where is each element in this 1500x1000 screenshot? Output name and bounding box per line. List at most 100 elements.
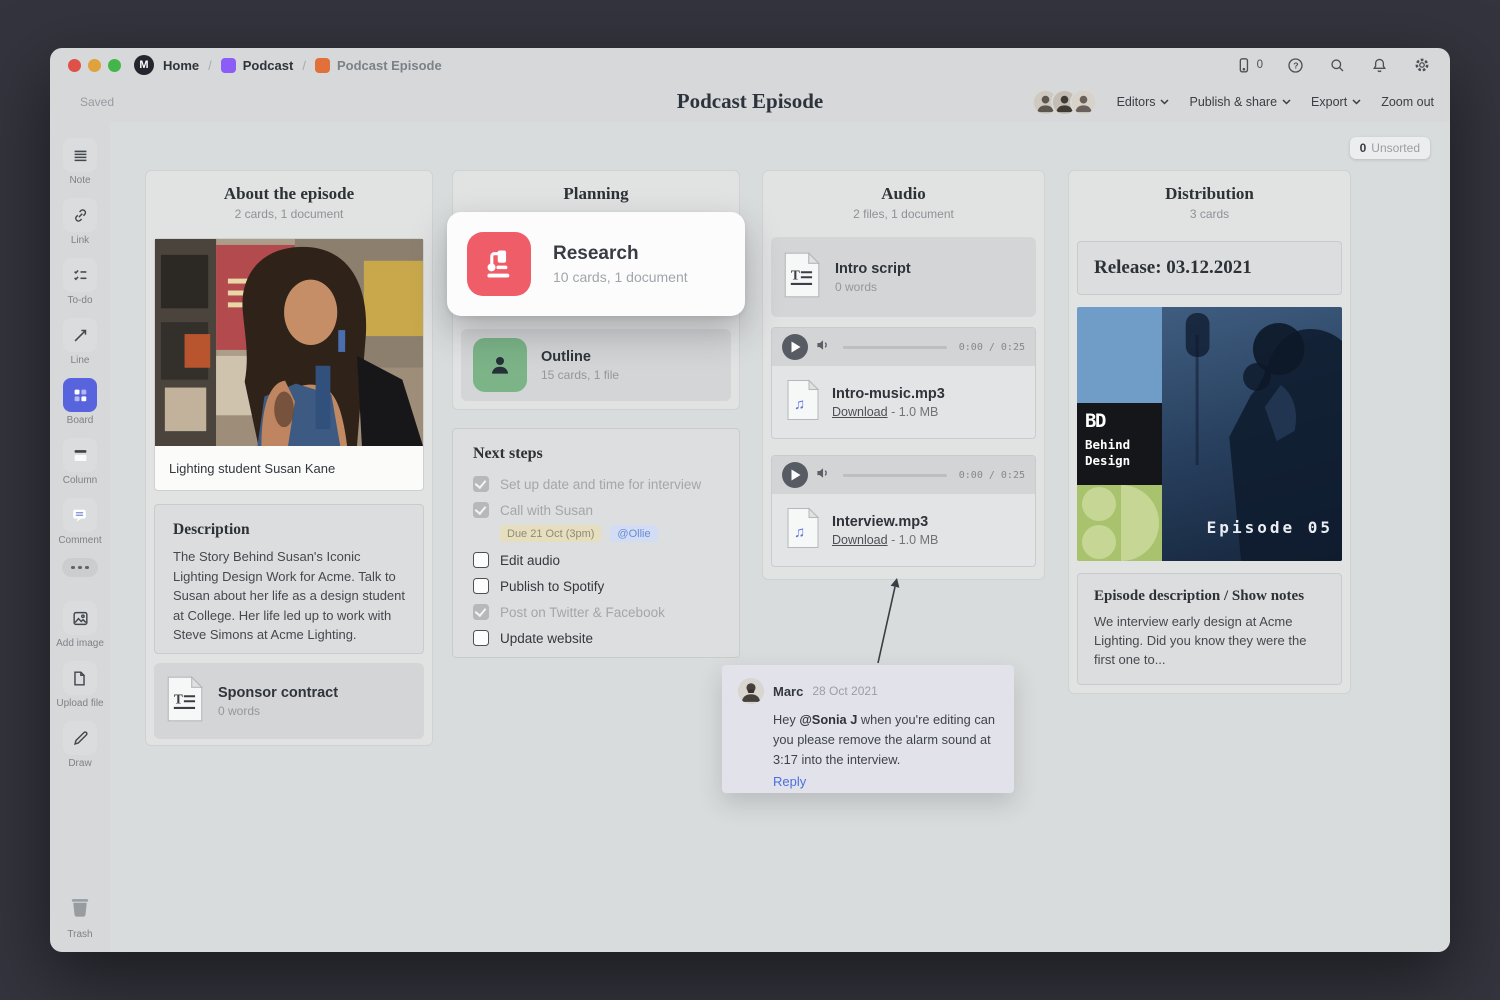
image-card-susan[interactable]: Lighting student Susan Kane xyxy=(154,238,424,491)
note-card-release-date[interactable]: Release: 03.12.2021 xyxy=(1077,241,1342,295)
search-icon[interactable] xyxy=(1328,56,1347,75)
play-button[interactable] xyxy=(782,462,808,488)
file-name: Intro-music.mp3 xyxy=(832,386,945,402)
column-title: Planning xyxy=(453,184,739,204)
document-card-intro-script[interactable]: T Intro script 0 words xyxy=(771,237,1036,317)
window-controls xyxy=(68,59,121,72)
board-card-meta: 10 cards, 1 document xyxy=(553,269,688,285)
app-logo-icon: M xyxy=(134,55,154,75)
export-dropdown[interactable]: Export xyxy=(1311,95,1361,109)
play-button[interactable] xyxy=(782,334,808,360)
header-controls: Editors Publish & share Export Zoom out xyxy=(1032,82,1434,122)
app-window: M Home / Podcast / Podcast Episode 0 ? xyxy=(50,48,1450,952)
note-card-show-notes[interactable]: Episode description / Show notes We inte… xyxy=(1077,573,1342,685)
comment-connector-arrow xyxy=(750,562,930,682)
tool-todo[interactable]: To-do xyxy=(63,258,97,306)
editor-avatars[interactable] xyxy=(1032,89,1097,116)
todo-card-next-steps[interactable]: Next steps Set up date and time for inte… xyxy=(452,428,740,658)
susan-photo xyxy=(155,239,423,446)
tool-line[interactable]: Line xyxy=(63,318,97,366)
todo-item: Set up date and time for interview xyxy=(473,476,725,492)
breadcrumb-podcast[interactable]: Podcast xyxy=(243,58,294,73)
outline-board-icon xyxy=(473,338,527,392)
bell-icon[interactable] xyxy=(1370,56,1389,75)
seek-bar[interactable] xyxy=(843,346,947,349)
chevron-down-icon xyxy=(1352,99,1361,105)
volume-icon[interactable] xyxy=(816,466,831,485)
tool-note[interactable]: Note xyxy=(63,138,97,186)
board-canvas[interactable]: 0 Unsorted About the episode 2 cards, 1 … xyxy=(110,122,1450,952)
volume-icon[interactable] xyxy=(816,338,831,357)
mobile-devices-button[interactable]: 0 xyxy=(1234,56,1263,75)
editors-dropdown[interactable]: Editors xyxy=(1117,95,1170,109)
top-icon-bar: 0 ? xyxy=(1234,55,1432,75)
artwork-logo-block: BD Behind Design xyxy=(1077,403,1162,485)
todo-icon xyxy=(63,258,97,292)
board-icon-podcast xyxy=(221,58,236,73)
checkbox-unchecked[interactable] xyxy=(473,630,489,646)
svg-text:♫: ♫ xyxy=(794,524,805,541)
tool-add-image[interactable]: Add image xyxy=(56,601,104,649)
zoom-window-button[interactable] xyxy=(108,59,121,72)
description-note-card[interactable]: Description The Story Behind Susan's Ico… xyxy=(154,504,424,654)
publish-share-dropdown[interactable]: Publish & share xyxy=(1189,95,1291,109)
assignee-mention-badge[interactable]: @Ollie xyxy=(610,525,657,542)
column-audio: Audio 2 files, 1 document T Intro script… xyxy=(762,170,1045,580)
unsorted-badge[interactable]: 0 Unsorted xyxy=(1350,137,1430,159)
tool-comment[interactable]: Comment xyxy=(58,498,101,546)
gear-icon[interactable] xyxy=(1412,55,1432,75)
board-card-title: Outline xyxy=(541,349,619,365)
tool-upload-file[interactable]: Upload file xyxy=(56,661,103,709)
document-title: Sponsor contract xyxy=(218,685,338,701)
zoom-out-button[interactable]: Zoom out xyxy=(1381,95,1434,109)
column-about-the-episode: About the episode 2 cards, 1 document xyxy=(145,170,433,746)
comment-icon xyxy=(63,498,97,532)
document-icon: T xyxy=(783,251,821,304)
dragged-board-card-research[interactable]: Research 10 cards, 1 document xyxy=(447,212,745,316)
tool-trash[interactable]: Trash xyxy=(66,893,94,940)
checkbox-checked[interactable] xyxy=(473,604,489,620)
download-link[interactable]: Download xyxy=(832,533,888,547)
close-window-button[interactable] xyxy=(68,59,81,72)
checkbox-unchecked[interactable] xyxy=(473,552,489,568)
column-title: Distribution xyxy=(1069,184,1350,204)
file-size: - 1.0 MB xyxy=(891,405,938,419)
board-icon-podcast-episode xyxy=(315,58,330,73)
document-card-sponsor-contract[interactable]: T Sponsor contract 0 words xyxy=(154,663,424,739)
episode-number: Episode 05 xyxy=(1207,518,1333,537)
seek-bar[interactable] xyxy=(843,474,947,477)
checkbox-unchecked[interactable] xyxy=(473,578,489,594)
phone-icon xyxy=(1234,56,1253,75)
tool-column[interactable]: Column xyxy=(63,438,97,486)
help-icon[interactable]: ? xyxy=(1286,56,1305,75)
breadcrumb-home[interactable]: Home xyxy=(163,58,199,73)
avatar-marc xyxy=(738,678,764,704)
reply-link[interactable]: Reply xyxy=(773,774,998,789)
breadcrumb-podcast-episode[interactable]: Podcast Episode xyxy=(337,58,442,73)
artwork-green-block xyxy=(1077,485,1162,561)
minimize-window-button[interactable] xyxy=(88,59,101,72)
document-title: Intro script xyxy=(835,261,911,277)
checkbox-checked[interactable] xyxy=(473,502,489,518)
audio-card-intro-music: 0:00 / 0:25 ♫ Intro-music.mp3 Download -… xyxy=(771,327,1036,439)
tool-board[interactable]: Board xyxy=(63,378,97,426)
checkbox-checked[interactable] xyxy=(473,476,489,492)
episode-artwork-card[interactable]: BD Behind Design xyxy=(1077,307,1342,561)
document-meta: 0 words xyxy=(218,704,338,718)
todo-detail-row: Due 21 Oct (3pm) @Ollie xyxy=(500,525,725,542)
image-icon xyxy=(63,601,97,635)
board-card-outline[interactable]: Outline 15 cards, 1 file xyxy=(461,329,731,401)
comment-card[interactable]: Marc 28 Oct 2021 Hey @Sonia J when you'r… xyxy=(722,665,1014,793)
svg-text:T: T xyxy=(791,267,800,282)
download-link[interactable]: Download xyxy=(832,405,888,419)
avatar xyxy=(1070,89,1097,116)
chevron-down-icon xyxy=(1160,99,1169,105)
comment-mention[interactable]: @Sonia J xyxy=(799,712,857,727)
more-tools-button[interactable] xyxy=(62,558,98,577)
trash-icon xyxy=(66,893,94,926)
column-title: Audio xyxy=(763,184,1044,204)
tool-link[interactable]: Link xyxy=(63,198,97,246)
todo-item: Post on Twitter & Facebook xyxy=(473,604,725,620)
audio-file-row: ♫ Intro-music.mp3 Download - 1.0 MB xyxy=(772,366,1035,438)
tool-draw[interactable]: Draw xyxy=(63,721,97,769)
